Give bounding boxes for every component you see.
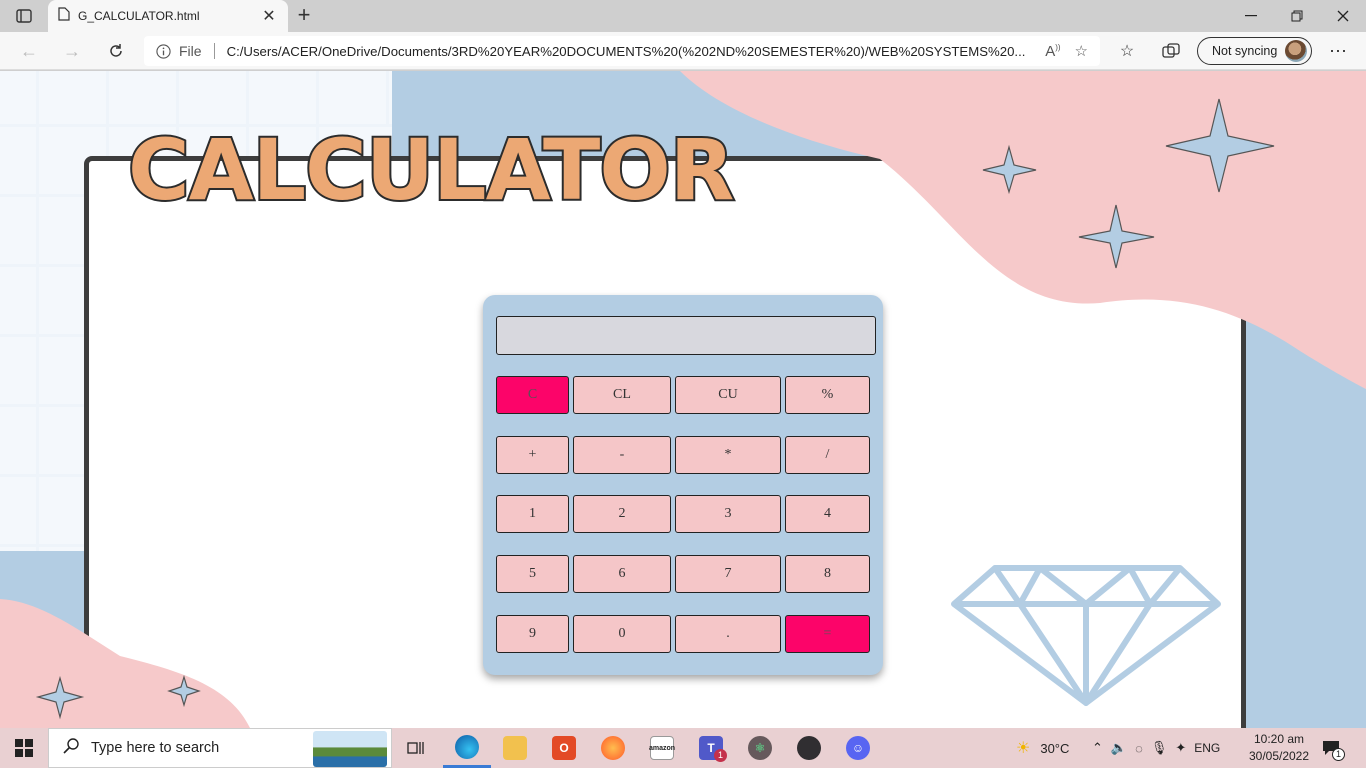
weather-icon: ☀ <box>1016 740 1031 757</box>
clear-button[interactable]: C <box>496 376 569 414</box>
subtract-button[interactable]: - <box>573 436 671 474</box>
file-explorer-icon[interactable] <box>491 728 539 768</box>
refresh-icon[interactable] <box>103 39 129 63</box>
network-icon[interactable]: ◌ <box>1135 741 1143 756</box>
weather-widget[interactable]: ☀ 30°C <box>1016 728 1069 768</box>
address-bar[interactable]: File C:/Users/ACER/OneDrive/Documents/3R… <box>144 36 1100 66</box>
obs-icon[interactable] <box>785 728 833 768</box>
restore-icon[interactable] <box>1274 0 1320 32</box>
more-menu-icon[interactable]: ⋯ <box>1326 40 1350 62</box>
windows-start-icon[interactable] <box>0 728 48 768</box>
calculator-display[interactable] <box>496 316 876 355</box>
cu-button[interactable]: CU <box>675 376 781 414</box>
url-text[interactable]: C:/Users/ACER/OneDrive/Documents/3RD%20Y… <box>227 44 1032 59</box>
notification-count: 1 <box>1332 747 1345 761</box>
multiply-button[interactable]: * <box>675 436 781 474</box>
digit-3-button[interactable]: 3 <box>675 495 781 533</box>
close-tab-icon[interactable]: ✕ <box>260 6 278 26</box>
percent-button[interactable]: % <box>785 376 870 414</box>
microphone-icon[interactable]: 🎙 <box>1151 740 1168 756</box>
forward-icon[interactable]: → <box>59 39 85 63</box>
clock-time: 10:20 am <box>1253 732 1305 746</box>
teams-badge: 1 <box>714 749 727 762</box>
digit-2-button[interactable]: 2 <box>573 495 671 533</box>
digit-5-button[interactable]: 5 <box>496 555 569 593</box>
clock-date: 30/05/2022 <box>1248 749 1310 763</box>
digit-9-button[interactable]: 9 <box>496 615 569 653</box>
digit-1-button[interactable]: 1 <box>496 495 569 533</box>
address-divider <box>213 43 215 59</box>
sync-label: Not syncing <box>1212 44 1278 58</box>
browser-tab-bar: G_CALCULATOR.html ✕ + <box>0 0 1366 32</box>
add-button[interactable]: + <box>496 436 569 474</box>
digit-4-button[interactable]: 4 <box>785 495 870 533</box>
equals-button[interactable]: = <box>785 615 870 653</box>
volume-icon[interactable]: 🔈 <box>1111 740 1127 756</box>
diamond-icon <box>951 565 1221 706</box>
add-favorite-icon[interactable]: ☆ <box>1075 42 1088 60</box>
collections-icon[interactable] <box>1159 40 1183 62</box>
back-icon[interactable]: ← <box>16 39 42 63</box>
teams-icon[interactable]: T 1 <box>687 728 735 768</box>
task-view-icon[interactable] <box>392 728 440 768</box>
info-icon[interactable] <box>156 43 171 59</box>
edge-app-icon[interactable] <box>443 728 491 768</box>
digit-0-button[interactable]: 0 <box>573 615 671 653</box>
digit-8-button[interactable]: 8 <box>785 555 870 593</box>
tab-title: G_CALCULATOR.html <box>78 9 200 23</box>
digit-7-button[interactable]: 7 <box>675 555 781 593</box>
taskbar-clock[interactable]: 10:20 am 30/05/2022 <box>1244 731 1314 765</box>
system-tray: ⌃ 🔈 ◌ 🎙 ✦ ENG <box>1092 728 1220 768</box>
atom-icon[interactable]: ⚛ <box>736 728 784 768</box>
language-indicator[interactable]: ENG <box>1194 741 1220 755</box>
search-placeholder: Type here to search <box>91 740 220 756</box>
notification-center-icon[interactable]: 1 <box>1322 728 1353 768</box>
search-highlight-image <box>313 731 387 767</box>
clear-last-button[interactable]: CL <box>573 376 671 414</box>
search-icon <box>63 737 79 759</box>
chevron-up-icon[interactable]: ⌃ <box>1092 740 1103 756</box>
browser-toolbar: ← → File C:/Users/ACER/OneDrive/Document… <box>0 32 1366 70</box>
calculator: C CL CU % + - * / 1 2 3 4 5 6 7 8 9 0 . … <box>483 295 883 675</box>
read-aloud-icon[interactable]: A)) <box>1045 43 1060 60</box>
minimize-icon[interactable] <box>1228 0 1274 32</box>
weather-temp: 30°C <box>1040 740 1070 756</box>
address-scheme-label: File <box>179 43 202 59</box>
page-title: CALCULATOR <box>126 121 736 219</box>
tab-actions-icon[interactable] <box>8 4 40 28</box>
profile-sync-button[interactable]: Not syncing <box>1197 37 1312 65</box>
discord-icon[interactable]: ☺ <box>834 728 882 768</box>
page-icon <box>58 6 70 26</box>
browser-tab[interactable]: G_CALCULATOR.html ✕ <box>48 0 288 32</box>
page-viewport: CALCULATOR C CL CU % + - * / 1 2 3 4 5 6… <box>0 71 1366 728</box>
close-window-icon[interactable] <box>1320 0 1366 32</box>
taskbar: Type here to search O amazon T 1 ⚛ ☺ ☀ 3… <box>0 728 1366 768</box>
avatar <box>1285 40 1307 62</box>
decimal-button[interactable]: . <box>675 615 781 653</box>
taskbar-search[interactable]: Type here to search <box>48 728 392 768</box>
amazon-icon[interactable]: amazon <box>638 728 686 768</box>
office-icon[interactable]: O <box>540 728 588 768</box>
new-tab-button[interactable]: + <box>292 4 316 28</box>
digit-6-button[interactable]: 6 <box>573 555 671 593</box>
divide-button[interactable]: / <box>785 436 870 474</box>
dropbox-icon[interactable]: ✦ <box>1175 740 1186 756</box>
firefox-icon[interactable] <box>589 728 637 768</box>
favorites-icon[interactable]: ☆ <box>1115 40 1139 62</box>
